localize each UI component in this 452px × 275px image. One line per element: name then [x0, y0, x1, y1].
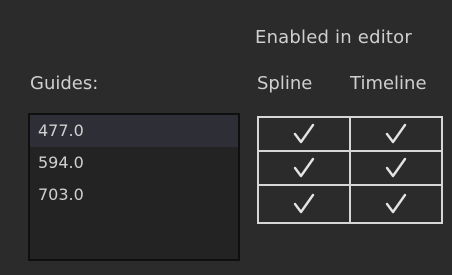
guides-label: Guides: — [30, 73, 99, 94]
spline-checkbox-row-3[interactable] — [259, 186, 351, 222]
timeline-checkbox-row-1[interactable] — [351, 118, 441, 152]
guide-list-item[interactable]: 703.0 — [30, 179, 238, 211]
timeline-checkbox-row-2[interactable] — [351, 152, 441, 186]
guide-list-item[interactable]: 477.0 — [30, 115, 238, 147]
timeline-checkbox-row-3[interactable] — [351, 186, 441, 222]
spline-checkbox-row-1[interactable] — [259, 118, 351, 152]
guides-list[interactable]: 477.0 594.0 703.0 — [28, 113, 240, 261]
spline-column-header: Spline — [257, 73, 313, 94]
guide-list-item[interactable]: 594.0 — [30, 147, 238, 179]
check-icon — [291, 192, 317, 216]
check-icon — [291, 156, 317, 180]
check-icon — [383, 192, 409, 216]
timeline-column-header: Timeline — [350, 73, 427, 94]
enabled-in-editor-heading: Enabled in editor — [255, 27, 412, 48]
check-icon — [383, 156, 409, 180]
spline-checkbox-row-2[interactable] — [259, 152, 351, 186]
check-icon — [383, 122, 409, 146]
check-icon — [291, 122, 317, 146]
guides-panel: Enabled in editor Guides: Spline Timelin… — [0, 0, 452, 275]
enabled-checkbox-grid — [257, 116, 443, 224]
